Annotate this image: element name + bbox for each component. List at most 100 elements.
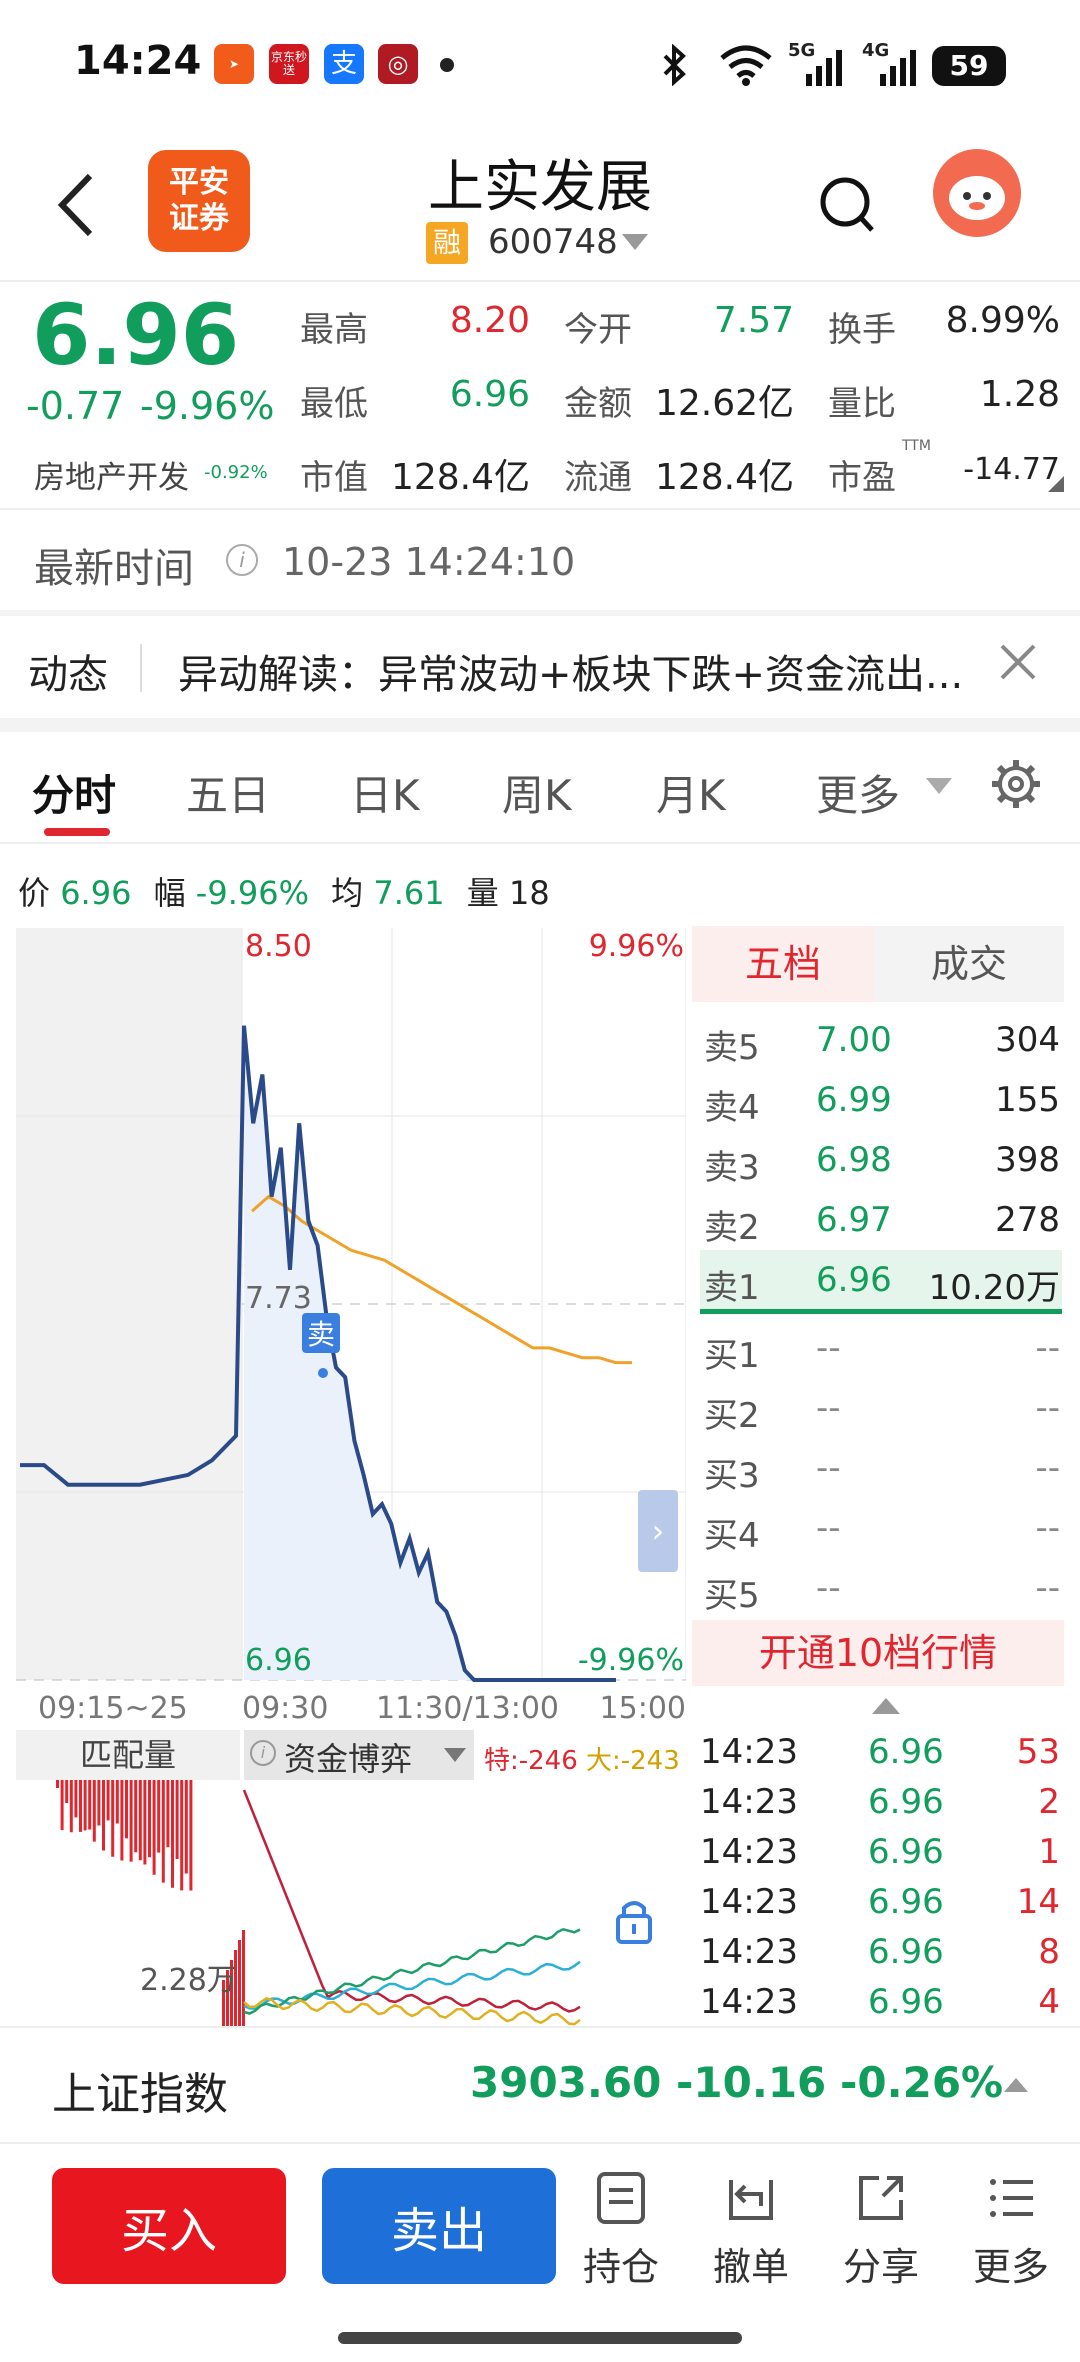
cancel-order-icon bbox=[729, 2180, 773, 2220]
market-cap-value: 128.4亿 bbox=[390, 457, 530, 498]
app-notification-icon: ➤ bbox=[214, 44, 254, 84]
trade-tick-row: 14:23 6.96 14 bbox=[700, 1882, 1060, 1922]
chart-info-bar: 价 6.96 幅 -9.96% 均 7.61 量 18 bbox=[18, 868, 550, 914]
y-top-label: 8.50 bbox=[245, 929, 312, 964]
bid-row-3: 买3 -- -- bbox=[704, 1448, 1060, 1496]
search-icon[interactable] bbox=[818, 170, 878, 240]
volume-value: 18 bbox=[508, 874, 550, 912]
x-tick-3: 15:00 bbox=[600, 1691, 686, 1726]
bid-row-1: 买1 -- -- bbox=[704, 1328, 1060, 1376]
positions-label: 持仓 bbox=[582, 2245, 659, 2289]
bid-row-2: 买2 -- -- bbox=[704, 1388, 1060, 1436]
active-tab-indicator bbox=[44, 828, 110, 836]
alipay-notification-icon: 支 bbox=[324, 44, 364, 84]
upgrade-10-level-button[interactable]: 开通10档行情 bbox=[692, 1620, 1064, 1686]
trade-tick-row: 14:23 6.96 4 bbox=[700, 1982, 1060, 2022]
tab-monthly-k[interactable]: 月K bbox=[656, 762, 726, 823]
more-dropdown-icon[interactable] bbox=[926, 778, 952, 794]
more-button[interactable]: 更多 bbox=[956, 2170, 1066, 2300]
collapse-up-icon[interactable] bbox=[872, 1698, 900, 1714]
open-label: 今开 bbox=[564, 310, 632, 350]
ask-row-4: 卖4 6.99 155 bbox=[704, 1080, 1060, 1128]
tab-five-levels[interactable]: 五档 bbox=[692, 926, 874, 1002]
turnover-value: 8.99% bbox=[945, 300, 1060, 341]
tab-five-day[interactable]: 五日 bbox=[186, 762, 270, 823]
avg-label: 均 bbox=[331, 874, 364, 912]
special-funds-value: 特:-246 bbox=[484, 1746, 578, 1776]
x-tick-1: 09:30 bbox=[242, 1691, 328, 1726]
amount-label: 金额 bbox=[564, 384, 632, 424]
share-button[interactable]: 分享 bbox=[826, 2170, 936, 2300]
more-label: 更多 bbox=[972, 2245, 1049, 2289]
expand-panel-arrow-icon[interactable]: › bbox=[638, 1490, 678, 1572]
low-value: 6.96 bbox=[449, 374, 530, 415]
info-icon[interactable]: i bbox=[226, 544, 258, 576]
bid-row-4: 买4 -- -- bbox=[704, 1508, 1060, 1556]
price-value: 6.96 bbox=[60, 874, 132, 912]
index-expand-icon[interactable] bbox=[1004, 2078, 1028, 2092]
ask-row-3: 卖3 6.98 398 bbox=[704, 1140, 1060, 1188]
status-time: 14:24 bbox=[74, 38, 202, 84]
trade-tick-row: 14:23 6.96 2 bbox=[700, 1782, 1060, 1822]
close-icon[interactable] bbox=[996, 640, 1040, 684]
last-price: 6.96 bbox=[32, 286, 240, 384]
signal-5g-icon bbox=[806, 50, 842, 86]
cancel-order-button[interactable]: 撤单 bbox=[696, 2170, 806, 2300]
update-time-label: 最新时间 bbox=[34, 546, 194, 592]
turnover-label: 换手 bbox=[828, 310, 896, 350]
cancel-order-label: 撤单 bbox=[712, 2245, 789, 2289]
battery-icon: 59 bbox=[932, 46, 1006, 86]
pe-value: -14.77 bbox=[963, 452, 1060, 487]
index-change: -10.16 bbox=[676, 2058, 827, 2107]
price-change: -0.77 bbox=[26, 384, 125, 428]
fund-info-icon[interactable]: i bbox=[250, 1740, 276, 1766]
assistant-avatar-icon[interactable] bbox=[932, 148, 1022, 238]
float-cap-label: 流通 bbox=[564, 458, 632, 498]
lock-icon[interactable] bbox=[612, 1896, 656, 1946]
stock-header: 平安 证券 上实发展 融 600748 bbox=[0, 130, 1080, 280]
fund-dropdown-icon[interactable] bbox=[444, 1748, 466, 1762]
settings-gear-icon[interactable] bbox=[990, 758, 1042, 810]
intraday-chart[interactable]: 8.50 9.96% 7.73 6.96 -9.96% 卖 09:15~25 0… bbox=[16, 928, 686, 1728]
update-time: 10-23 14:24:10 bbox=[282, 540, 576, 584]
positions-button[interactable]: 持仓 bbox=[566, 2170, 676, 2300]
sector-pct: -0.92% bbox=[204, 462, 268, 483]
pre-market-area bbox=[16, 928, 242, 1680]
news-headline[interactable]: 异动解读：异常波动+板块下跌+资金流出... bbox=[178, 642, 998, 700]
sell-button[interactable]: 卖出 bbox=[322, 2168, 556, 2284]
open-value: 7.57 bbox=[713, 300, 794, 341]
ask-row-2: 卖2 6.97 278 bbox=[704, 1200, 1060, 1248]
home-indicator[interactable] bbox=[338, 2332, 742, 2344]
big-funds-value: 大:-243 bbox=[586, 1746, 680, 1776]
expand-corner-icon[interactable] bbox=[1048, 476, 1064, 492]
sector-name[interactable]: 房地产开发 bbox=[34, 452, 189, 497]
status-bar: 14:24 ➤ 京东秒送 支 ◎ 5G 4G 59 bbox=[0, 0, 1080, 130]
tab-weekly-k[interactable]: 周K bbox=[502, 762, 572, 823]
market-cap-label: 市值 bbox=[300, 458, 368, 498]
dropdown-triangle-icon[interactable] bbox=[622, 234, 648, 250]
low-label: 最低 bbox=[300, 384, 368, 424]
menu-icon bbox=[990, 2179, 1033, 2217]
ask-row-5: 卖5 7.00 304 bbox=[704, 1020, 1060, 1068]
tab-match-volume[interactable]: 匹配量 bbox=[16, 1730, 240, 1780]
trade-tick-row: 14:23 6.96 1 bbox=[700, 1832, 1060, 1872]
price-label: 价 bbox=[18, 874, 51, 912]
fund-battle-label: 资金博弈 bbox=[284, 1740, 413, 1778]
y-top-pct-label: 9.96% bbox=[589, 929, 684, 964]
tab-intraday[interactable]: 分时 bbox=[32, 762, 116, 823]
volume-label: 量 bbox=[466, 874, 499, 912]
wifi-icon bbox=[720, 45, 772, 86]
jd-notification-icon: 京东秒送 bbox=[269, 44, 309, 84]
bank-notification-icon: ◎ bbox=[378, 44, 418, 84]
tab-more[interactable]: 更多 bbox=[816, 762, 900, 823]
buy-button[interactable]: 买入 bbox=[52, 2168, 286, 2284]
tab-trades[interactable]: 成交 bbox=[874, 926, 1064, 1002]
share-label: 分享 bbox=[842, 2245, 919, 2289]
fund-battle-chart: 2.28万 bbox=[56, 1780, 686, 2026]
tab-daily-k[interactable]: 日K bbox=[350, 762, 420, 823]
stock-code: 600748 bbox=[488, 222, 618, 262]
positions-icon bbox=[597, 2172, 645, 2224]
amount-value: 12.62亿 bbox=[654, 383, 794, 424]
volume-ratio-label: 量比 bbox=[828, 384, 896, 424]
y-bottom-pct-label: -9.96% bbox=[578, 1643, 684, 1678]
